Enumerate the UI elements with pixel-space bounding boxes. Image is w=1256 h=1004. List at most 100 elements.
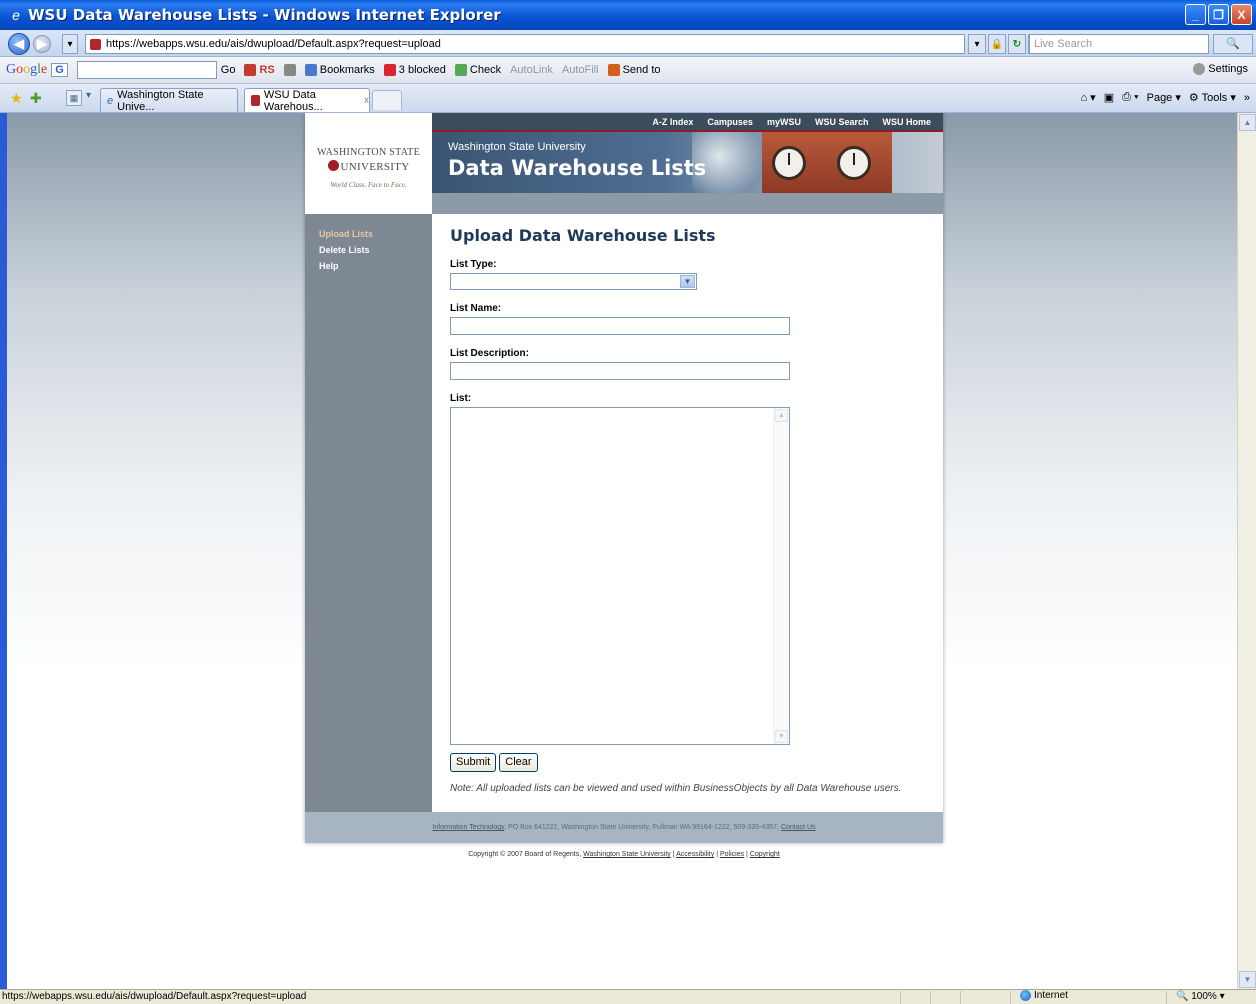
star-icon — [304, 64, 317, 76]
left-navigation: Upload Lists Delete Lists Help — [305, 214, 432, 812]
close-button[interactable]: X — [1231, 4, 1252, 25]
policies-link[interactable]: Policies — [720, 851, 744, 858]
copyright-text: Copyright © 2007 Board of Regents, — [468, 851, 582, 858]
minimize-button[interactable]: _ — [1185, 4, 1206, 25]
tools-menu-button[interactable]: ⚙ Tools ▾ — [1189, 91, 1236, 104]
tab-washington-state[interactable]: e Washington State Unive... — [100, 88, 238, 113]
list-textarea[interactable]: ▲ ▼ — [450, 407, 790, 745]
security-zone[interactable]: Internet — [1020, 990, 1068, 1001]
forward-button[interactable]: ▶ — [33, 35, 51, 53]
tab-label: Washington State Unive... — [117, 88, 204, 113]
list-type-label: List Type: — [450, 259, 497, 270]
feeds-icon[interactable]: ▣ — [1104, 91, 1114, 104]
clock-icon — [772, 146, 806, 180]
scroll-up-icon[interactable]: ▲ — [1239, 114, 1256, 131]
nav-az-index[interactable]: A-Z Index — [652, 117, 693, 127]
list-name-label: List Name: — [450, 303, 502, 314]
window-title: WSU Data Warehouse Lists - Windows Inter… — [28, 6, 501, 24]
list-description-label: List Description: — [450, 348, 529, 359]
banner-university: Washington State University — [448, 141, 586, 153]
banner-strip — [432, 193, 943, 214]
page-menu-button[interactable]: Page ▾ — [1147, 91, 1181, 104]
send-to-button[interactable]: Send to — [607, 64, 661, 76]
send-to-icon — [607, 64, 620, 76]
autolink-button[interactable]: AutoLink — [510, 64, 553, 76]
nav-wsu-home[interactable]: WSU Home — [882, 117, 931, 127]
wsu-favicon-icon — [90, 38, 101, 50]
quick-tabs-icon[interactable]: ▦ — [66, 90, 82, 106]
url-field[interactable]: https://webapps.wsu.edu/ais/dwupload/Def… — [85, 34, 965, 54]
page-viewport: Washington State UNIVERSITY World Class.… — [7, 113, 1237, 989]
favorites-star-icon[interactable]: ★ — [10, 90, 23, 107]
main-content: Upload Data Warehouse Lists List Type: ▼… — [450, 226, 930, 794]
zoom-level[interactable]: 🔍 100% ▾ — [1176, 991, 1225, 1002]
spellcheck-button[interactable]: Check — [454, 64, 501, 76]
tab-label: WSU Data Warehous... — [263, 88, 323, 113]
lock-icon[interactable]: 🔒 — [988, 34, 1006, 54]
toolbar-extras-button[interactable] — [283, 64, 296, 76]
autofill-button[interactable]: AutoFill — [562, 64, 599, 76]
address-bar: ◀ ▶ ▾ https://webapps.wsu.edu/ais/dwuplo… — [0, 30, 1256, 57]
live-search-input[interactable]: Live Search — [1029, 34, 1209, 54]
nav-wsu-search[interactable]: WSU Search — [815, 117, 869, 127]
back-button[interactable]: ◀ — [8, 33, 30, 55]
tab-data-warehouse[interactable]: WSU Data Warehous... x — [244, 88, 370, 113]
print-icon[interactable]: ⎙ ▾ — [1122, 91, 1138, 104]
globe-icon — [1020, 990, 1031, 1001]
add-favorite-icon[interactable]: ✚ — [30, 90, 42, 107]
clock-tower-image — [762, 132, 892, 193]
scroll-up-icon[interactable]: ▲ — [775, 409, 788, 422]
google-menu-button[interactable]: G — [51, 63, 68, 77]
list-description-input[interactable] — [450, 362, 790, 380]
gadget-icon — [283, 64, 296, 76]
scroll-down-icon[interactable]: ▼ — [775, 730, 788, 743]
address-dropdown-icon[interactable]: ▾ — [968, 34, 986, 54]
copyright-link[interactable]: Copyright — [750, 851, 780, 858]
toolbar-overflow-icon[interactable]: » — [1244, 92, 1250, 104]
list-type-select[interactable]: ▼ — [450, 273, 697, 290]
google-go-button[interactable]: Go — [221, 64, 236, 76]
maximize-button[interactable]: ❐ — [1208, 4, 1229, 25]
search-icon[interactable]: 🔍 — [1213, 34, 1253, 54]
submit-button[interactable]: Submit — [450, 753, 497, 772]
page-scrollbar[interactable]: ▲ ▼ — [1237, 113, 1256, 989]
ie-icon: e — [12, 7, 20, 23]
copyright-wsu-link[interactable]: Washington State University — [583, 851, 671, 858]
home-icon[interactable]: ⌂ ▾ — [1080, 91, 1095, 104]
accessibility-link[interactable]: Accessibility — [676, 851, 714, 858]
blocked-icon — [383, 64, 396, 76]
nav-delete-lists[interactable]: Delete Lists — [319, 245, 432, 255]
clear-button[interactable]: Clear — [499, 753, 538, 772]
list-label: List: — [450, 393, 472, 404]
recent-pages-dropdown[interactable]: ▾ — [62, 34, 78, 54]
bookmarks-button[interactable]: Bookmarks — [304, 64, 375, 76]
logo-wordmark: Washington State — [317, 147, 420, 158]
nav-help[interactable]: Help — [319, 261, 432, 271]
nav-upload-lists[interactable]: Upload Lists — [319, 229, 432, 239]
footer-address: , PO Box 641222, Washington State Univer… — [504, 824, 779, 831]
nav-mywsu[interactable]: myWSU — [767, 117, 801, 127]
upload-note: Note: All uploaded lists can be viewed a… — [450, 783, 902, 794]
tab-list-dropdown-icon[interactable]: ▾ — [86, 90, 91, 101]
logo-university: UNIVERSITY — [340, 161, 410, 173]
list-name-input[interactable] — [450, 317, 790, 335]
footer-it-link[interactable]: Information Technology — [432, 824, 504, 831]
google-search-input[interactable] — [76, 61, 217, 79]
tab-close-icon[interactable]: x — [364, 95, 369, 106]
settings-button[interactable]: Settings — [1193, 63, 1248, 75]
new-tab-button[interactable] — [372, 90, 402, 110]
scroll-down-icon[interactable]: ▼ — [1239, 971, 1256, 988]
wsu-logo[interactable]: Washington State UNIVERSITY World Class.… — [305, 113, 432, 214]
wsu-seal-icon — [327, 160, 339, 171]
url-text: https://webapps.wsu.edu/ais/dwupload/Def… — [106, 38, 441, 50]
footer-contact-link[interactable]: Contact Us — [781, 824, 816, 831]
popup-blocker-button[interactable]: 3 blocked — [383, 64, 446, 76]
textarea-scrollbar[interactable]: ▲ ▼ — [773, 408, 789, 744]
abc-check-icon — [454, 64, 467, 76]
tab-bar: ★ ✚ ▦ ▾ e Washington State Unive... WSU … — [0, 84, 1256, 113]
chevron-down-icon[interactable]: ▼ — [680, 275, 695, 288]
top-navigation: A-Z Index Campuses myWSU WSU Search WSU … — [432, 113, 943, 132]
refresh-icon[interactable]: ↻ — [1008, 34, 1026, 54]
nav-campuses[interactable]: Campuses — [707, 117, 753, 127]
rs-button[interactable]: RS — [244, 64, 275, 76]
